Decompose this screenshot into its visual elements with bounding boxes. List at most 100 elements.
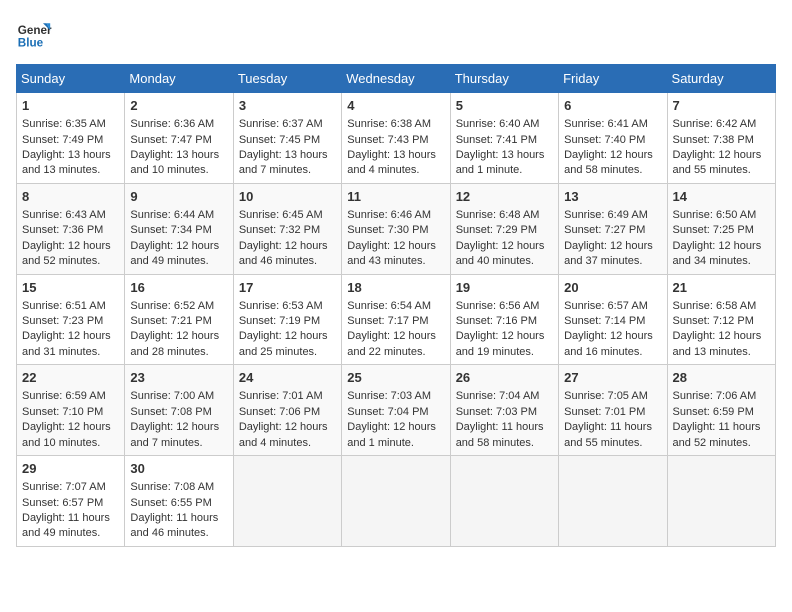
day-cell: 26 Sunrise: 7:04 AM Sunset: 7:03 PM Dayli… xyxy=(450,365,558,456)
day-info: Sunrise: 7:06 AM Sunset: 6:59 PM Dayligh… xyxy=(673,390,761,448)
day-cell: 27Sunrise: 7:05 AM Sunset: 7:01 PM Dayli… xyxy=(559,365,667,456)
day-number: 6 xyxy=(564,97,661,115)
day-info: Sunrise: 6:48 AM Sunset: 7:29 PM Dayligh… xyxy=(456,209,545,267)
day-cell xyxy=(559,456,667,547)
day-info: Sunrise: 6:42 AM Sunset: 7:38 PM Dayligh… xyxy=(673,118,762,176)
day-number: 13 xyxy=(564,188,661,206)
day-number: 11 xyxy=(347,188,444,206)
day-cell: 13 Sunrise: 6:49 AM Sunset: 7:27 PM Dayli… xyxy=(559,183,667,274)
day-info: Sunrise: 6:57 AM Sunset: 7:14 PM Dayligh… xyxy=(564,300,653,358)
day-number: 5 xyxy=(456,97,553,115)
svg-text:Blue: Blue xyxy=(18,37,44,50)
day-info: Sunrise: 6:46 AM Sunset: 7:30 PM Dayligh… xyxy=(347,209,436,267)
day-number: 21 xyxy=(673,279,770,297)
logo-icon: General Blue xyxy=(16,16,52,52)
day-cell: 9Sunrise: 6:44 AM Sunset: 7:34 PM Daylig… xyxy=(125,183,233,274)
day-number: 2 xyxy=(130,97,227,115)
day-info: Sunrise: 6:40 AM Sunset: 7:41 PM Dayligh… xyxy=(456,118,545,176)
day-cell: 24 Sunrise: 7:01 AM Sunset: 7:06 PM Dayli… xyxy=(233,365,341,456)
day-number: 3 xyxy=(239,97,336,115)
day-number: 23 xyxy=(130,369,227,387)
day-cell: 2 Sunrise: 6:36 AM Sunset: 7:47 PM Daylig… xyxy=(125,93,233,184)
week-row-5: 29 Sunrise: 7:07 AM Sunset: 6:57 PM Dayli… xyxy=(17,456,776,547)
day-cell: 23 Sunrise: 7:00 AM Sunset: 7:08 PM Dayli… xyxy=(125,365,233,456)
day-info: Sunrise: 7:01 AM Sunset: 7:06 PM Dayligh… xyxy=(239,390,328,448)
day-cell: 16 Sunrise: 6:52 AM Sunset: 7:21 PM Dayli… xyxy=(125,274,233,365)
header-cell-tuesday: Tuesday xyxy=(233,65,341,93)
day-cell: 30 Sunrise: 7:08 AM Sunset: 6:55 PM Dayli… xyxy=(125,456,233,547)
day-info: Sunrise: 6:45 AM Sunset: 7:32 PM Dayligh… xyxy=(239,209,328,267)
day-info: Sunrise: 7:00 AM Sunset: 7:08 PM Dayligh… xyxy=(130,390,219,448)
calendar-header-row: SundayMondayTuesdayWednesdayThursdayFrid… xyxy=(17,65,776,93)
day-number: 1 xyxy=(22,97,119,115)
day-number: 24 xyxy=(239,369,336,387)
day-info: Sunrise: 6:59 AM Sunset: 7:10 PM Dayligh… xyxy=(22,390,111,448)
logo: General Blue xyxy=(16,16,56,52)
day-number: 19 xyxy=(456,279,553,297)
week-row-1: 1 Sunrise: 6:35 AM Sunset: 7:49 PM Daylig… xyxy=(17,93,776,184)
day-info: Sunrise: 6:50 AM Sunset: 7:25 PM Dayligh… xyxy=(673,209,762,267)
day-info: Sunrise: 7:05 AM Sunset: 7:01 PM Dayligh… xyxy=(564,390,652,448)
day-info: Sunrise: 6:53 AM Sunset: 7:19 PM Dayligh… xyxy=(239,300,328,358)
day-cell: 22 Sunrise: 6:59 AM Sunset: 7:10 PM Dayli… xyxy=(17,365,125,456)
day-cell: 8Sunrise: 6:43 AM Sunset: 7:36 PM Daylig… xyxy=(17,183,125,274)
day-cell: 18 Sunrise: 6:54 AM Sunset: 7:17 PM Dayli… xyxy=(342,274,450,365)
day-number: 15 xyxy=(22,279,119,297)
day-cell: 20 Sunrise: 6:57 AM Sunset: 7:14 PM Dayli… xyxy=(559,274,667,365)
calendar-body: 1 Sunrise: 6:35 AM Sunset: 7:49 PM Daylig… xyxy=(17,93,776,547)
day-number: 7 xyxy=(673,97,770,115)
header-cell-saturday: Saturday xyxy=(667,65,775,93)
day-info: Sunrise: 6:51 AM Sunset: 7:23 PM Dayligh… xyxy=(22,300,111,358)
day-cell: 1 Sunrise: 6:35 AM Sunset: 7:49 PM Daylig… xyxy=(17,93,125,184)
day-info: Sunrise: 6:56 AM Sunset: 7:16 PM Dayligh… xyxy=(456,300,545,358)
day-cell xyxy=(233,456,341,547)
day-number: 16 xyxy=(130,279,227,297)
day-cell: 29 Sunrise: 7:07 AM Sunset: 6:57 PM Dayli… xyxy=(17,456,125,547)
day-number: 29 xyxy=(22,460,119,478)
day-info: Sunrise: 6:38 AM Sunset: 7:43 PM Dayligh… xyxy=(347,118,436,176)
header-cell-wednesday: Wednesday xyxy=(342,65,450,93)
day-number: 26 xyxy=(456,369,553,387)
day-cell: 21 Sunrise: 6:58 AM Sunset: 7:12 PM Dayli… xyxy=(667,274,775,365)
day-cell: 6 Sunrise: 6:41 AM Sunset: 7:40 PM Daylig… xyxy=(559,93,667,184)
day-cell: 15 Sunrise: 6:51 AM Sunset: 7:23 PM Dayli… xyxy=(17,274,125,365)
week-row-3: 15 Sunrise: 6:51 AM Sunset: 7:23 PM Dayli… xyxy=(17,274,776,365)
day-info: Sunrise: 7:08 AM Sunset: 6:55 PM Dayligh… xyxy=(130,481,218,539)
header-cell-thursday: Thursday xyxy=(450,65,558,93)
day-number: 4 xyxy=(347,97,444,115)
day-info: Sunrise: 6:41 AM Sunset: 7:40 PM Dayligh… xyxy=(564,118,653,176)
header: General Blue xyxy=(16,16,776,52)
day-number: 18 xyxy=(347,279,444,297)
day-cell: 17 Sunrise: 6:53 AM Sunset: 7:19 PM Dayli… xyxy=(233,274,341,365)
week-row-4: 22 Sunrise: 6:59 AM Sunset: 7:10 PM Dayli… xyxy=(17,365,776,456)
day-cell: 25Sunrise: 7:03 AM Sunset: 7:04 PM Dayli… xyxy=(342,365,450,456)
day-info: Sunrise: 7:07 AM Sunset: 6:57 PM Dayligh… xyxy=(22,481,110,539)
day-info: Sunrise: 6:58 AM Sunset: 7:12 PM Dayligh… xyxy=(673,300,762,358)
day-info: Sunrise: 7:03 AM Sunset: 7:04 PM Dayligh… xyxy=(347,390,436,448)
day-number: 20 xyxy=(564,279,661,297)
day-cell xyxy=(450,456,558,547)
day-cell xyxy=(667,456,775,547)
day-info: Sunrise: 6:54 AM Sunset: 7:17 PM Dayligh… xyxy=(347,300,436,358)
day-number: 30 xyxy=(130,460,227,478)
day-number: 17 xyxy=(239,279,336,297)
day-number: 22 xyxy=(22,369,119,387)
week-row-2: 8Sunrise: 6:43 AM Sunset: 7:36 PM Daylig… xyxy=(17,183,776,274)
header-cell-sunday: Sunday xyxy=(17,65,125,93)
day-info: Sunrise: 6:37 AM Sunset: 7:45 PM Dayligh… xyxy=(239,118,328,176)
day-info: Sunrise: 6:43 AM Sunset: 7:36 PM Dayligh… xyxy=(22,209,111,267)
day-number: 28 xyxy=(673,369,770,387)
day-number: 12 xyxy=(456,188,553,206)
day-info: Sunrise: 6:35 AM Sunset: 7:49 PM Dayligh… xyxy=(22,118,111,176)
day-info: Sunrise: 6:52 AM Sunset: 7:21 PM Dayligh… xyxy=(130,300,219,358)
header-cell-friday: Friday xyxy=(559,65,667,93)
day-cell: 28 Sunrise: 7:06 AM Sunset: 6:59 PM Dayli… xyxy=(667,365,775,456)
day-info: Sunrise: 7:04 AM Sunset: 7:03 PM Dayligh… xyxy=(456,390,544,448)
day-cell: 7 Sunrise: 6:42 AM Sunset: 7:38 PM Daylig… xyxy=(667,93,775,184)
day-info: Sunrise: 6:44 AM Sunset: 7:34 PM Dayligh… xyxy=(130,209,219,267)
header-cell-monday: Monday xyxy=(125,65,233,93)
day-cell: 10Sunrise: 6:45 AM Sunset: 7:32 PM Dayli… xyxy=(233,183,341,274)
calendar-table: SundayMondayTuesdayWednesdayThursdayFrid… xyxy=(16,64,776,547)
day-info: Sunrise: 6:49 AM Sunset: 7:27 PM Dayligh… xyxy=(564,209,653,267)
day-info: Sunrise: 6:36 AM Sunset: 7:47 PM Dayligh… xyxy=(130,118,219,176)
